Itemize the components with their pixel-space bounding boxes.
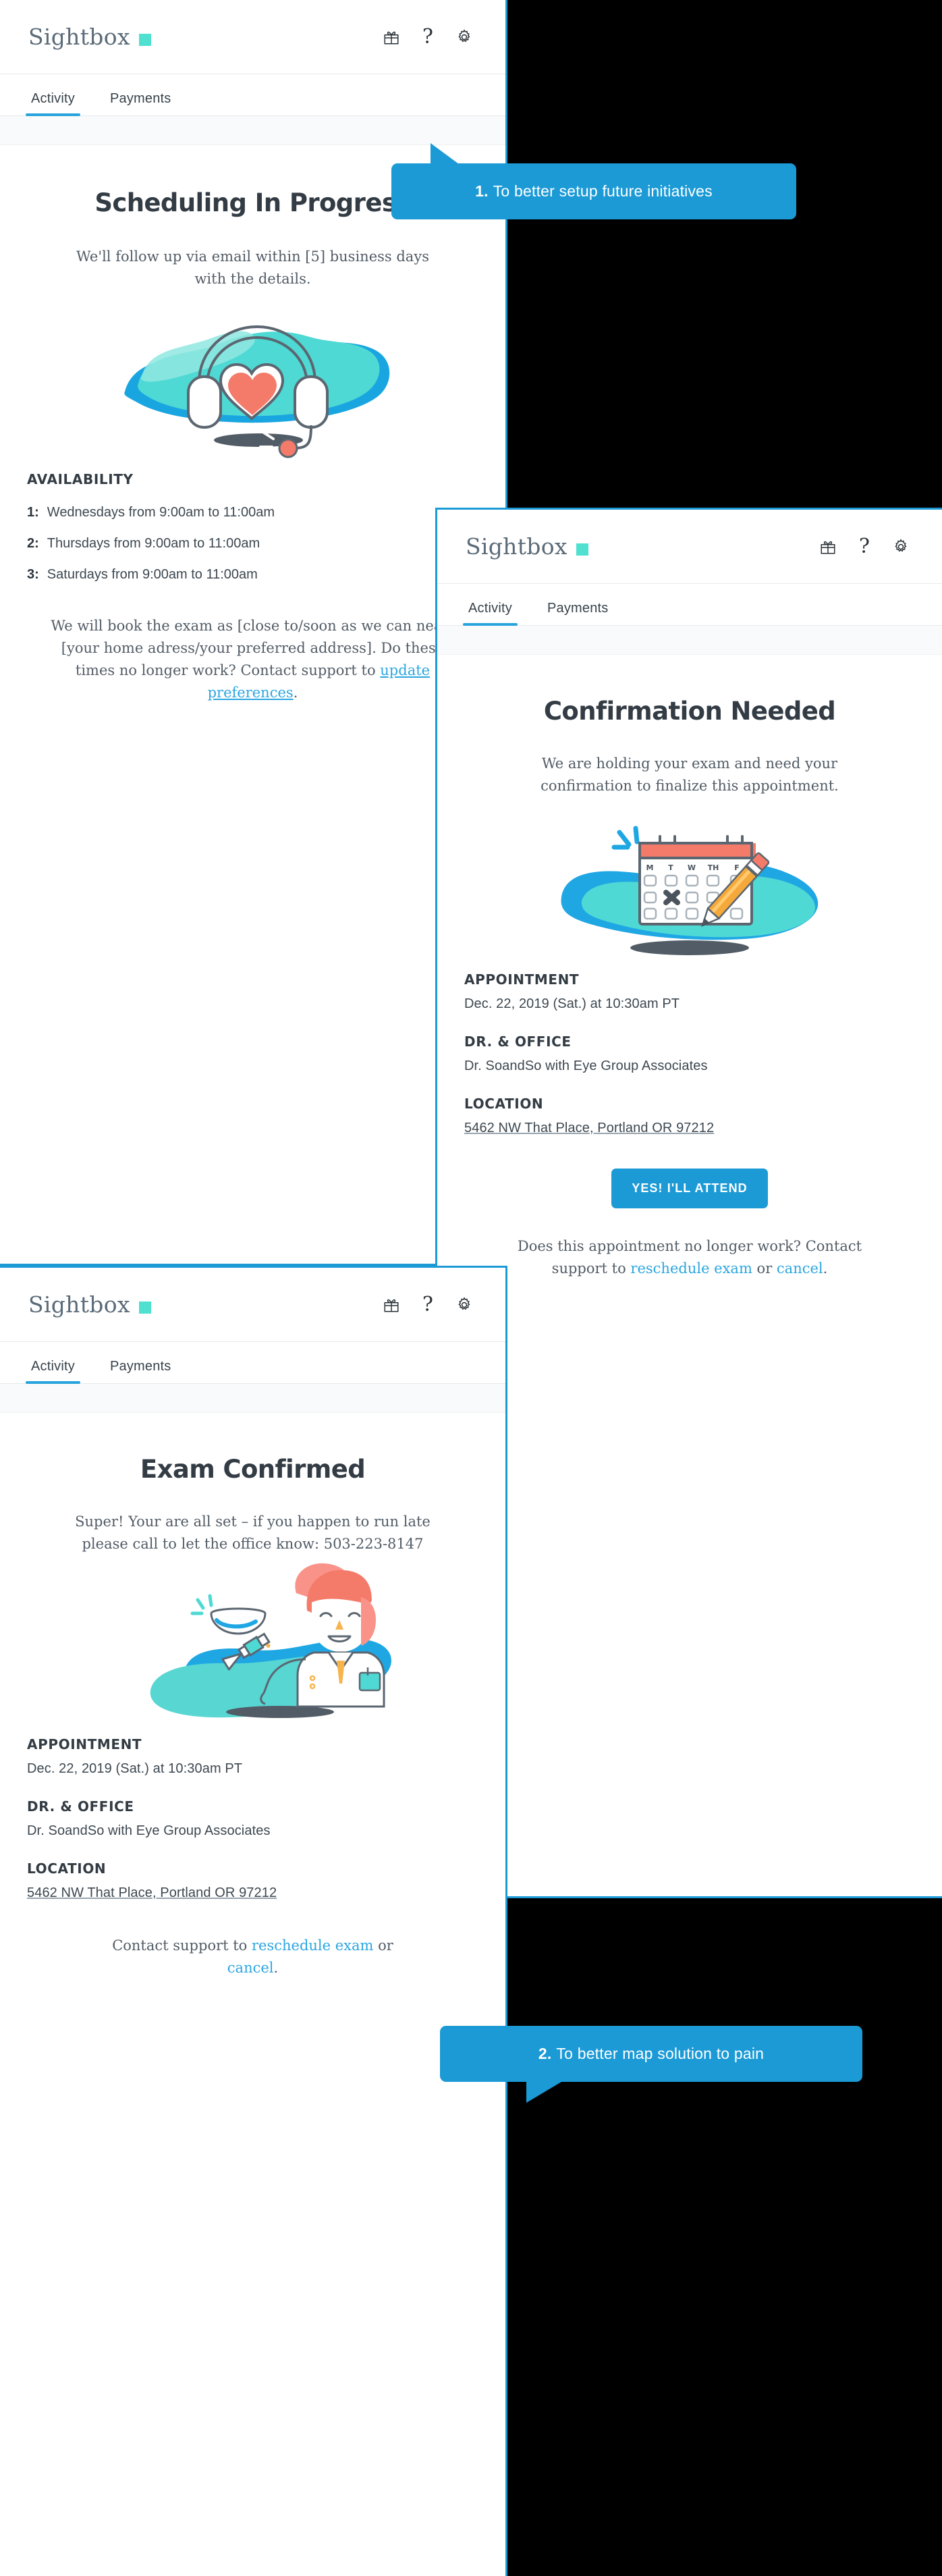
tab-activity[interactable]: Activity (13, 91, 92, 116)
callout-2-number: 2. (538, 2045, 552, 2062)
gear-icon[interactable] (455, 28, 473, 46)
location-value[interactable]: 5462 NW That Place, Portland OR 97212 (464, 1121, 915, 1136)
svg-text:F: F (734, 863, 740, 872)
callout-1-tail (431, 143, 459, 164)
reschedule-exam-link[interactable]: reschedule exam (630, 1260, 752, 1277)
tab-bar: Activity Payments (0, 1342, 505, 1384)
header-actions: ? (819, 536, 910, 557)
location-label: LOCATION (464, 1096, 544, 1112)
headset-heart-support-illustration (123, 325, 389, 459)
tab-payments[interactable]: Payments (92, 91, 189, 115)
sub-bar (0, 116, 505, 145)
availability-row: 3: Saturdays from 9:00am to 11:00am (27, 567, 478, 583)
card2-intro: We are holding your exam and need your c… (541, 755, 839, 794)
app-header: Sightbox ? (0, 1268, 505, 1342)
availability-text: Thursdays from 9:00am to 11:00am (47, 536, 260, 551)
svg-text:TH: TH (708, 863, 719, 872)
cancel-link[interactable]: cancel (227, 1960, 274, 1976)
cancel-link[interactable]: cancel (777, 1260, 823, 1277)
optometrist-contact-lens-illustration (150, 1563, 391, 1718)
header-actions: ? (383, 26, 473, 47)
card2-footer-mid: or (752, 1260, 777, 1277)
help-icon[interactable]: ? (859, 536, 870, 557)
gear-icon[interactable] (892, 538, 910, 556)
reschedule-exam-link[interactable]: reschedule exam (252, 1937, 373, 1954)
availability-index: 3: (27, 567, 39, 582)
sub-bar (437, 626, 942, 655)
svg-text:W: W (688, 863, 696, 872)
tab-activity[interactable]: Activity (451, 601, 530, 626)
card2-footer-period: . (823, 1260, 828, 1277)
brand-name: Sightbox (466, 533, 567, 560)
brand-name: Sightbox (28, 24, 130, 50)
availability-row: 1: Wednesdays from 9:00am to 11:00am (27, 505, 478, 520)
app-header: Sightbox ? (0, 0, 505, 74)
svg-text:M: M (646, 863, 654, 872)
card3-footer-text: Contact support to (112, 1937, 252, 1954)
card3-footer-period: . (273, 1960, 279, 1976)
screenshot-stage: Sightbox ? Activity Payments Scheduling … (0, 0, 942, 2576)
brand-logo[interactable]: Sightbox (28, 24, 151, 50)
brand-square-icon (576, 543, 588, 556)
help-icon[interactable]: ? (422, 26, 433, 47)
gift-icon[interactable] (819, 538, 837, 556)
calendar-pencil-illustration: M T W TH F (561, 826, 819, 955)
page-title: Confirmation Needed (543, 697, 836, 726)
brand-name: Sightbox (28, 1291, 130, 1318)
exam-confirmed-card: Sightbox ? Activity Payments Exam Confir… (0, 1266, 507, 2576)
appointment-label: APPOINTMENT (27, 1736, 142, 1752)
app-header: Sightbox ? (437, 510, 942, 584)
gift-icon[interactable] (383, 28, 400, 46)
tab-activity[interactable]: Activity (13, 1359, 92, 1384)
appointment-value: Dec. 22, 2019 (Sat.) at 10:30am PT (27, 1761, 243, 1776)
location-label: LOCATION (27, 1860, 107, 1877)
card3-intro: Super! Your are all set – if you happen … (75, 1513, 431, 1552)
card1-body: Scheduling In Progress We'll follow up v… (0, 188, 505, 704)
card3-footer-mid: or (373, 1937, 393, 1954)
brand-square-icon (138, 34, 151, 46)
availability-text: Saturdays from 9:00am to 11:00am (47, 567, 258, 582)
gear-icon[interactable] (455, 1296, 473, 1314)
availability-index: 2: (27, 536, 39, 551)
card2-footer-note: Does this appointment no longer work? Co… (464, 1235, 915, 1280)
tab-bar: Activity Payments (0, 74, 505, 116)
header-actions: ? (383, 1294, 473, 1315)
appointment-label: APPOINTMENT (464, 971, 580, 988)
card1-footer-note: We will book the exam as [close to/soon … (27, 615, 478, 704)
tab-payments[interactable]: Payments (530, 601, 626, 625)
callout-1: 1. To better setup future initiatives (391, 143, 796, 219)
sub-bar (0, 1384, 505, 1413)
availability-row: 2: Thursdays from 9:00am to 11:00am (27, 536, 478, 552)
callout-2-tail (526, 2082, 561, 2103)
svg-text:T: T (668, 863, 673, 872)
callout-1-number: 1. (475, 182, 489, 200)
doctor-office-value: Dr. SoandSo with Eye Group Associates (464, 1058, 708, 1073)
card3-body: Exam Confirmed Super! Your are all set –… (0, 1455, 505, 1979)
callout-1-text: To better setup future initiatives (493, 182, 713, 200)
confirmation-needed-card: Sightbox ? Activity Payments Confirmatio… (435, 508, 942, 1898)
doctor-office-label: DR. & OFFICE (27, 1798, 134, 1815)
page-title: Exam Confirmed (140, 1455, 366, 1484)
help-icon[interactable]: ? (422, 1294, 433, 1315)
callout-2: 2. To better map solution to pain (440, 2026, 862, 2103)
appointment-value: Dec. 22, 2019 (Sat.) at 10:30am PT (464, 996, 680, 1011)
card1-footer-period: . (293, 685, 298, 701)
brand-square-icon (138, 1302, 151, 1314)
brand-logo[interactable]: Sightbox (28, 1291, 151, 1318)
availability-text: Wednesdays from 9:00am to 11:00am (47, 505, 275, 520)
tab-bar: Activity Payments (437, 584, 942, 626)
callout-2-text: To better map solution to pain (556, 2045, 765, 2062)
yes-ill-attend-button[interactable]: YES! I'LL ATTEND (611, 1169, 768, 1208)
card1-intro: We'll follow up via email within [5] bus… (76, 248, 429, 287)
brand-logo[interactable]: Sightbox (466, 533, 588, 560)
availability-index: 1: (27, 505, 39, 520)
doctor-office-label: DR. & OFFICE (464, 1034, 572, 1050)
location-value[interactable]: 5462 NW That Place, Portland OR 97212 (27, 1885, 478, 1901)
card3-footer-note: Contact support to reschedule exam or ca… (27, 1935, 478, 1979)
card2-body: Confirmation Needed We are holding your … (437, 697, 942, 1280)
gift-icon[interactable] (383, 1296, 400, 1314)
availability-label: AVAILABILITY (27, 471, 134, 487)
tab-payments[interactable]: Payments (92, 1359, 189, 1383)
doctor-office-value: Dr. SoandSo with Eye Group Associates (27, 1823, 271, 1838)
